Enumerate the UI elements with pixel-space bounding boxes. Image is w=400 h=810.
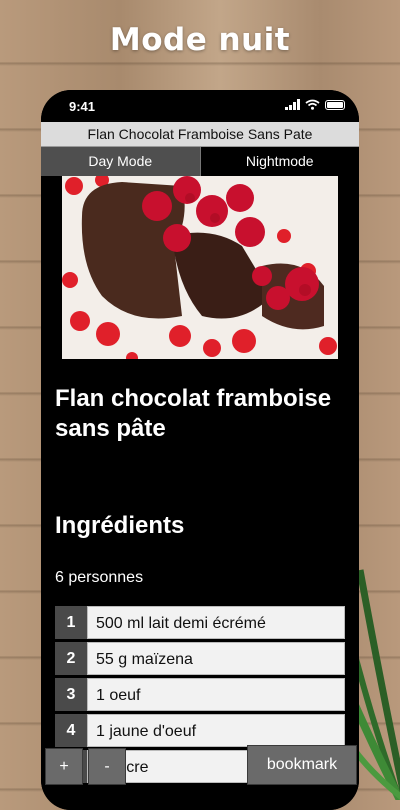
ingredient-row: 3 1 oeuf (55, 678, 345, 711)
recipe-photo (62, 176, 338, 359)
mode-banner: Mode nuit (109, 22, 291, 58)
system-icons (285, 99, 345, 110)
flan-image (62, 176, 338, 359)
tab-nightmode[interactable]: Nightmode (199, 147, 359, 176)
servings-text: 6 personnes (55, 569, 144, 586)
tab-day-mode[interactable]: Day Mode (41, 147, 200, 176)
status-time: 9:41 (69, 99, 96, 114)
ingredient-row: 4 1 jaune d'oeuf (55, 714, 345, 747)
mode-tabs: Day Mode Nightmode (41, 147, 359, 176)
status-bar: 9:41 (41, 90, 359, 122)
decrease-button[interactable]: - (88, 748, 126, 785)
app-title-bar: Flan Chocolat Framboise Sans Pate (41, 122, 359, 147)
ingredient-text: 1 jaune d'oeuf (87, 714, 345, 747)
recipe-content[interactable]: Flan chocolat framboise sans pâte Ingréd… (41, 176, 359, 810)
wifi-icon (305, 99, 320, 110)
ingredient-number: 4 (55, 714, 87, 747)
ingredient-row: 1 500 ml lait demi écrémé (55, 606, 345, 639)
ingredient-text: 1 oeuf (87, 678, 345, 711)
bookmark-button[interactable]: bookmark (247, 745, 357, 785)
phone-frame: 9:41 Flan Chocolat Framboise Sans Pate D… (41, 90, 359, 810)
ingredients-heading: Ingrédients (55, 512, 185, 539)
ingredient-text: 55 g maïzena (87, 642, 345, 675)
battery-icon (325, 99, 345, 110)
ingredient-number: 3 (55, 678, 87, 711)
increase-button[interactable]: + (45, 748, 83, 785)
phone-notch (115, 90, 285, 114)
recipe-title: Flan chocolat framboise sans pâte (55, 385, 332, 442)
ingredient-row: 2 55 g maïzena (55, 642, 345, 675)
ingredient-text: 500 ml lait demi écrémé (87, 606, 345, 639)
ingredient-number: 1 (55, 606, 87, 639)
ingredient-number: 2 (55, 642, 87, 675)
signal-icon (285, 99, 300, 110)
